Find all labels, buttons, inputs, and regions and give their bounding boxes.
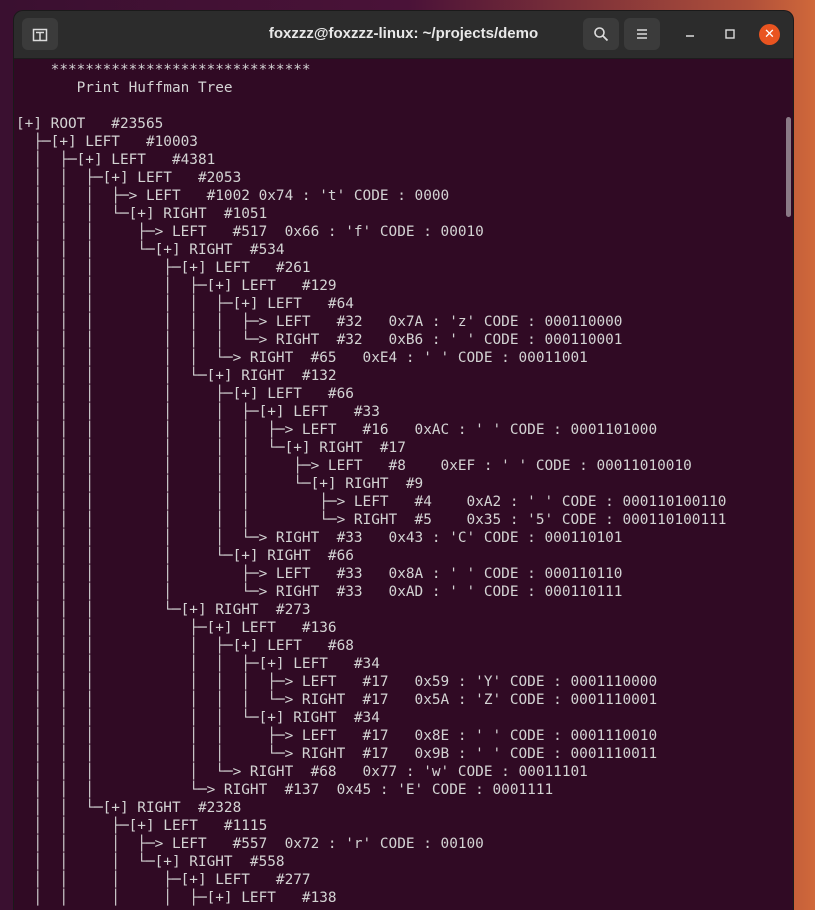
terminal-line: │ │ │ │ ├─[+] LEFT #66 [16, 386, 354, 402]
terminal-line: ├─[+] LEFT #10003 [16, 134, 198, 150]
terminal-line: │ │ │ │ │ │ ├─> LEFT #17 0x59 : 'Y' CODE… [16, 674, 658, 690]
terminal-line: │ │ │ └─[+] RIGHT #1051 [16, 206, 268, 222]
terminal-line: │ │ │ │ └─> RIGHT #33 0xAD : ' ' CODE : … [16, 584, 623, 600]
terminal-scrollbar[interactable] [785, 59, 793, 910]
terminal-text: ****************************** Print Huf… [16, 61, 726, 907]
terminal-line: │ │ │ ├─[+] LEFT #136 [16, 620, 337, 636]
terminal-line: │ │ │ └─> RIGHT #137 0x45 : 'E' CODE : 0… [16, 782, 554, 798]
terminal-line: │ ├─[+] LEFT #4381 [16, 152, 216, 168]
terminal-line: │ │ │ │ │ │ ├─> LEFT #8 0xEF : ' ' CODE … [16, 458, 692, 474]
terminal-line: │ │ │ │ │ ├─[+] LEFT #64 [16, 296, 354, 312]
terminal-line: │ │ ├─[+] LEFT #2053 [16, 170, 242, 186]
terminal-line: │ │ └─[+] RIGHT #2328 [16, 800, 242, 816]
terminal-line: │ │ │ └─[+] RIGHT #273 [16, 602, 311, 618]
search-button[interactable] [583, 18, 619, 50]
minimize-icon [686, 35, 694, 37]
terminal-line: │ │ │ │ │ ├─> LEFT #17 0x8E : ' ' CODE :… [16, 728, 658, 744]
terminal-line: │ │ │ │ │ └─[+] RIGHT #34 [16, 710, 380, 726]
terminal-line: │ │ │ ├─> LEFT #557 0x72 : 'r' CODE : 00… [16, 836, 484, 852]
terminal-line: │ │ │ │ │ └─> RIGHT #65 0xE4 : ' ' CODE … [16, 350, 588, 366]
terminal-line: │ │ │ ├─> LEFT #517 0x66 : 'f' CODE : 00… [16, 224, 484, 240]
terminal-line: │ │ │ │ └─[+] RIGHT #66 [16, 548, 354, 564]
terminal-line: │ │ │ │ │ │ ├─> LEFT #16 0xAC : ' ' CODE… [16, 422, 658, 438]
close-icon: ✕ [764, 27, 775, 42]
terminal-line: ****************************** [16, 62, 311, 78]
menu-button[interactable] [624, 18, 660, 50]
minimize-button[interactable] [679, 23, 701, 45]
terminal-line: │ │ │ ├─> LEFT #1002 0x74 : 't' CODE : 0… [16, 188, 450, 204]
close-button[interactable]: ✕ [759, 24, 780, 45]
maximize-button[interactable] [719, 23, 741, 45]
terminal-line: │ │ │ │ │ │ └─[+] RIGHT #17 [16, 440, 406, 456]
terminal-line: │ │ │ │ ├─[+] LEFT #138 [16, 890, 337, 906]
terminal-line: │ │ │ │ │ │ └─> RIGHT #5 0x35 : '5' CODE… [16, 512, 727, 528]
terminal-line: Print Huffman Tree [16, 80, 233, 96]
terminal-line: │ │ │ └─[+] RIGHT #534 [16, 242, 285, 258]
terminal-line: │ │ │ │ ├─[+] LEFT #129 [16, 278, 337, 294]
terminal-line: │ │ │ │ │ ├─[+] LEFT #33 [16, 404, 380, 420]
title-bar: foxzzz@foxzzz-linux: ~/projects/demo ✕ [14, 11, 793, 59]
terminal-line: │ │ │ │ │ ├─[+] LEFT #34 [16, 656, 380, 672]
terminal-line: │ │ │ │ ├─> LEFT #33 0x8A : ' ' CODE : 0… [16, 566, 623, 582]
terminal-line: │ │ │ ├─[+] LEFT #277 [16, 872, 311, 888]
search-icon [594, 27, 609, 42]
terminal-line: │ │ │ │ │ │ └─> RIGHT #17 0x5A : 'Z' COD… [16, 692, 658, 708]
terminal-line: │ │ │ │ └─[+] RIGHT #132 [16, 368, 337, 384]
scrollbar-thumb[interactable] [786, 117, 791, 217]
terminal-line: │ │ │ │ │ └─> RIGHT #33 0x43 : 'C' CODE … [16, 530, 623, 546]
terminal-line: │ │ │ │ │ │ └─> RIGHT #32 0xB6 : ' ' COD… [16, 332, 623, 348]
terminal-line: │ │ │ │ └─> RIGHT #68 0x77 : 'w' CODE : … [16, 764, 588, 780]
terminal-output[interactable]: ****************************** Print Huf… [14, 59, 784, 910]
terminal-line: │ │ │ │ │ │ └─[+] RIGHT #9 [16, 476, 424, 492]
hamburger-menu-icon [637, 29, 647, 39]
maximize-icon [725, 29, 735, 39]
terminal-line: │ │ │ │ │ │ ├─> LEFT #4 0xA2 : ' ' CODE … [16, 494, 727, 510]
terminal-line: │ │ ├─[+] LEFT #1115 [16, 818, 268, 834]
terminal-line: │ │ │ │ │ └─> RIGHT #17 0x9B : ' ' CODE … [16, 746, 658, 762]
terminal-line: │ │ │ │ ├─[+] LEFT #68 [16, 638, 354, 654]
terminal-line: │ │ │ └─[+] RIGHT #558 [16, 854, 285, 870]
terminal-line: │ │ │ ├─[+] LEFT #261 [16, 260, 311, 276]
terminal-line: [+] ROOT #23565 [16, 116, 164, 132]
terminal-window: foxzzz@foxzzz-linux: ~/projects/demo ✕ *… [14, 11, 793, 910]
window-title: foxzzz@foxzzz-linux: ~/projects/demo [268, 25, 539, 42]
terminal-line: │ │ │ │ │ │ ├─> LEFT #32 0x7A : 'z' CODE… [16, 314, 623, 330]
